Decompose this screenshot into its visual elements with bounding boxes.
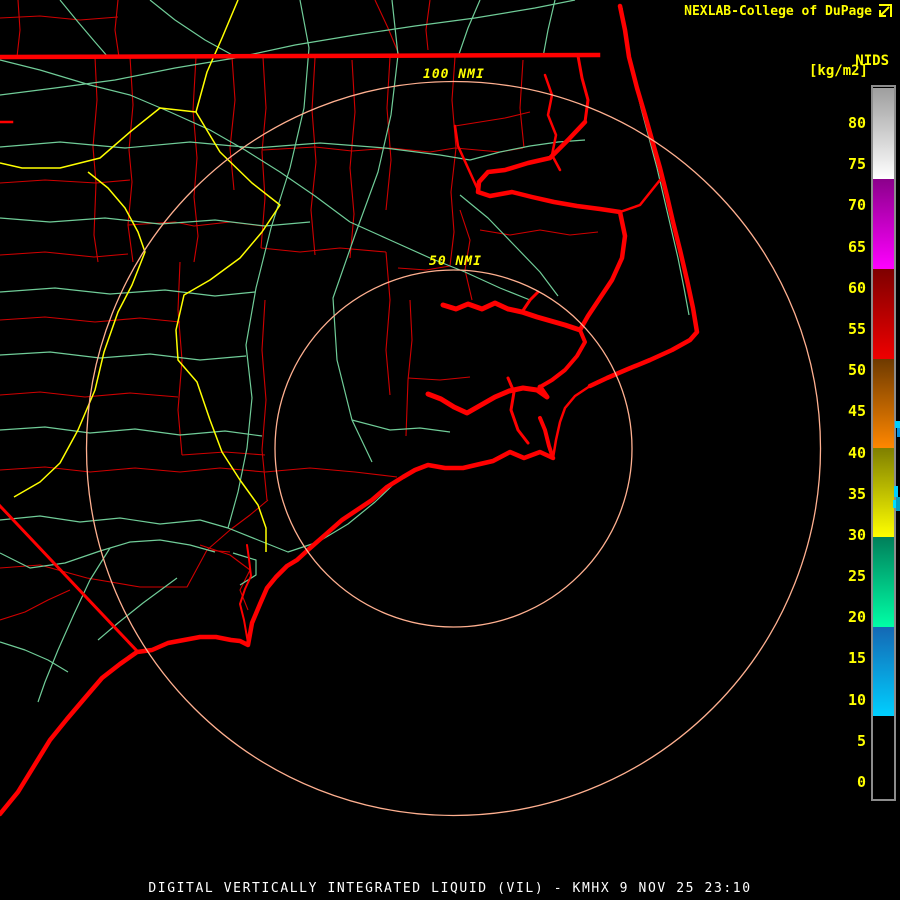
echo-pixel	[895, 421, 900, 428]
colorbar-tick-label: 80	[847, 114, 866, 132]
range-rings	[85, 80, 822, 817]
echo-pixel	[894, 486, 898, 497]
pamlico-river	[440, 300, 583, 333]
coastline	[0, 3, 700, 817]
core-banks	[551, 384, 592, 460]
colorbar-segment	[873, 716, 894, 795]
southwest-coast	[0, 449, 556, 817]
pamlico-south-shore	[538, 328, 587, 389]
colorbar	[871, 85, 896, 801]
roanoke-island-link	[618, 178, 662, 214]
colorbar-tick-label: 30	[847, 525, 866, 544]
colorbar-tick-label: 25	[847, 567, 866, 586]
colorbar-tick-label: 10	[847, 690, 866, 709]
radar-display: NEXLAB-College of DuPage NIDS [kg/m2] 10…	[0, 0, 900, 900]
outer-banks	[587, 3, 700, 389]
colorbar-tick-label: 75	[847, 155, 866, 174]
page-title: NEXLAB-College of DuPage	[684, 4, 872, 19]
colorbar-segment	[873, 358, 894, 448]
radar-map	[0, 0, 822, 817]
colorbar-tick-label: 55	[847, 319, 866, 338]
colorbar-tick-label: 70	[847, 196, 866, 215]
colorbar-tick-label: 65	[847, 237, 866, 256]
colorbar-segment	[873, 268, 894, 359]
colorbar-tick-label: 5	[856, 731, 866, 750]
colorbar-segment	[873, 179, 894, 269]
colorbar-segment	[873, 447, 894, 538]
range-ring-label-50nmi: 50 NMI	[429, 254, 482, 269]
colorbar-tick-label: 20	[847, 608, 866, 627]
colorbar-tick-label: 60	[847, 278, 866, 297]
colorbar-unit-label2: [kg/m2]	[808, 63, 868, 79]
echo-pixel	[896, 497, 900, 511]
pasquotank-squiggle	[543, 73, 562, 172]
colorbar-segment	[873, 627, 894, 717]
colorbar-tick-label: 0	[856, 773, 866, 791]
ring-50nmi	[274, 269, 633, 628]
colorbar-segment	[873, 87, 894, 179]
va-nc-border	[0, 52, 601, 60]
arrow-box-icon	[879, 4, 892, 17]
colorbar-tick-label: 15	[847, 649, 866, 668]
ring-100nmi	[85, 80, 822, 817]
range-ring-label-100nmi: 100 NMI	[423, 67, 485, 82]
colorbar-tick-label: 45	[847, 402, 866, 421]
neuse-river	[425, 384, 550, 416]
colorbar-segment	[873, 537, 894, 628]
nc-sc-border	[0, 503, 140, 654]
product-title: DIGITAL VERTICALLY INTEGRATED LIQUID (VI…	[148, 881, 752, 896]
pungo-fork	[520, 290, 540, 314]
echo-pixel	[893, 500, 896, 508]
colorbar-tick-label: 50	[847, 361, 866, 380]
currituck-shore	[576, 54, 590, 124]
colorbar-tick-label: 35	[847, 484, 866, 503]
colorbar-tick-label: 40	[847, 443, 866, 462]
road-lines	[0, 0, 690, 703]
